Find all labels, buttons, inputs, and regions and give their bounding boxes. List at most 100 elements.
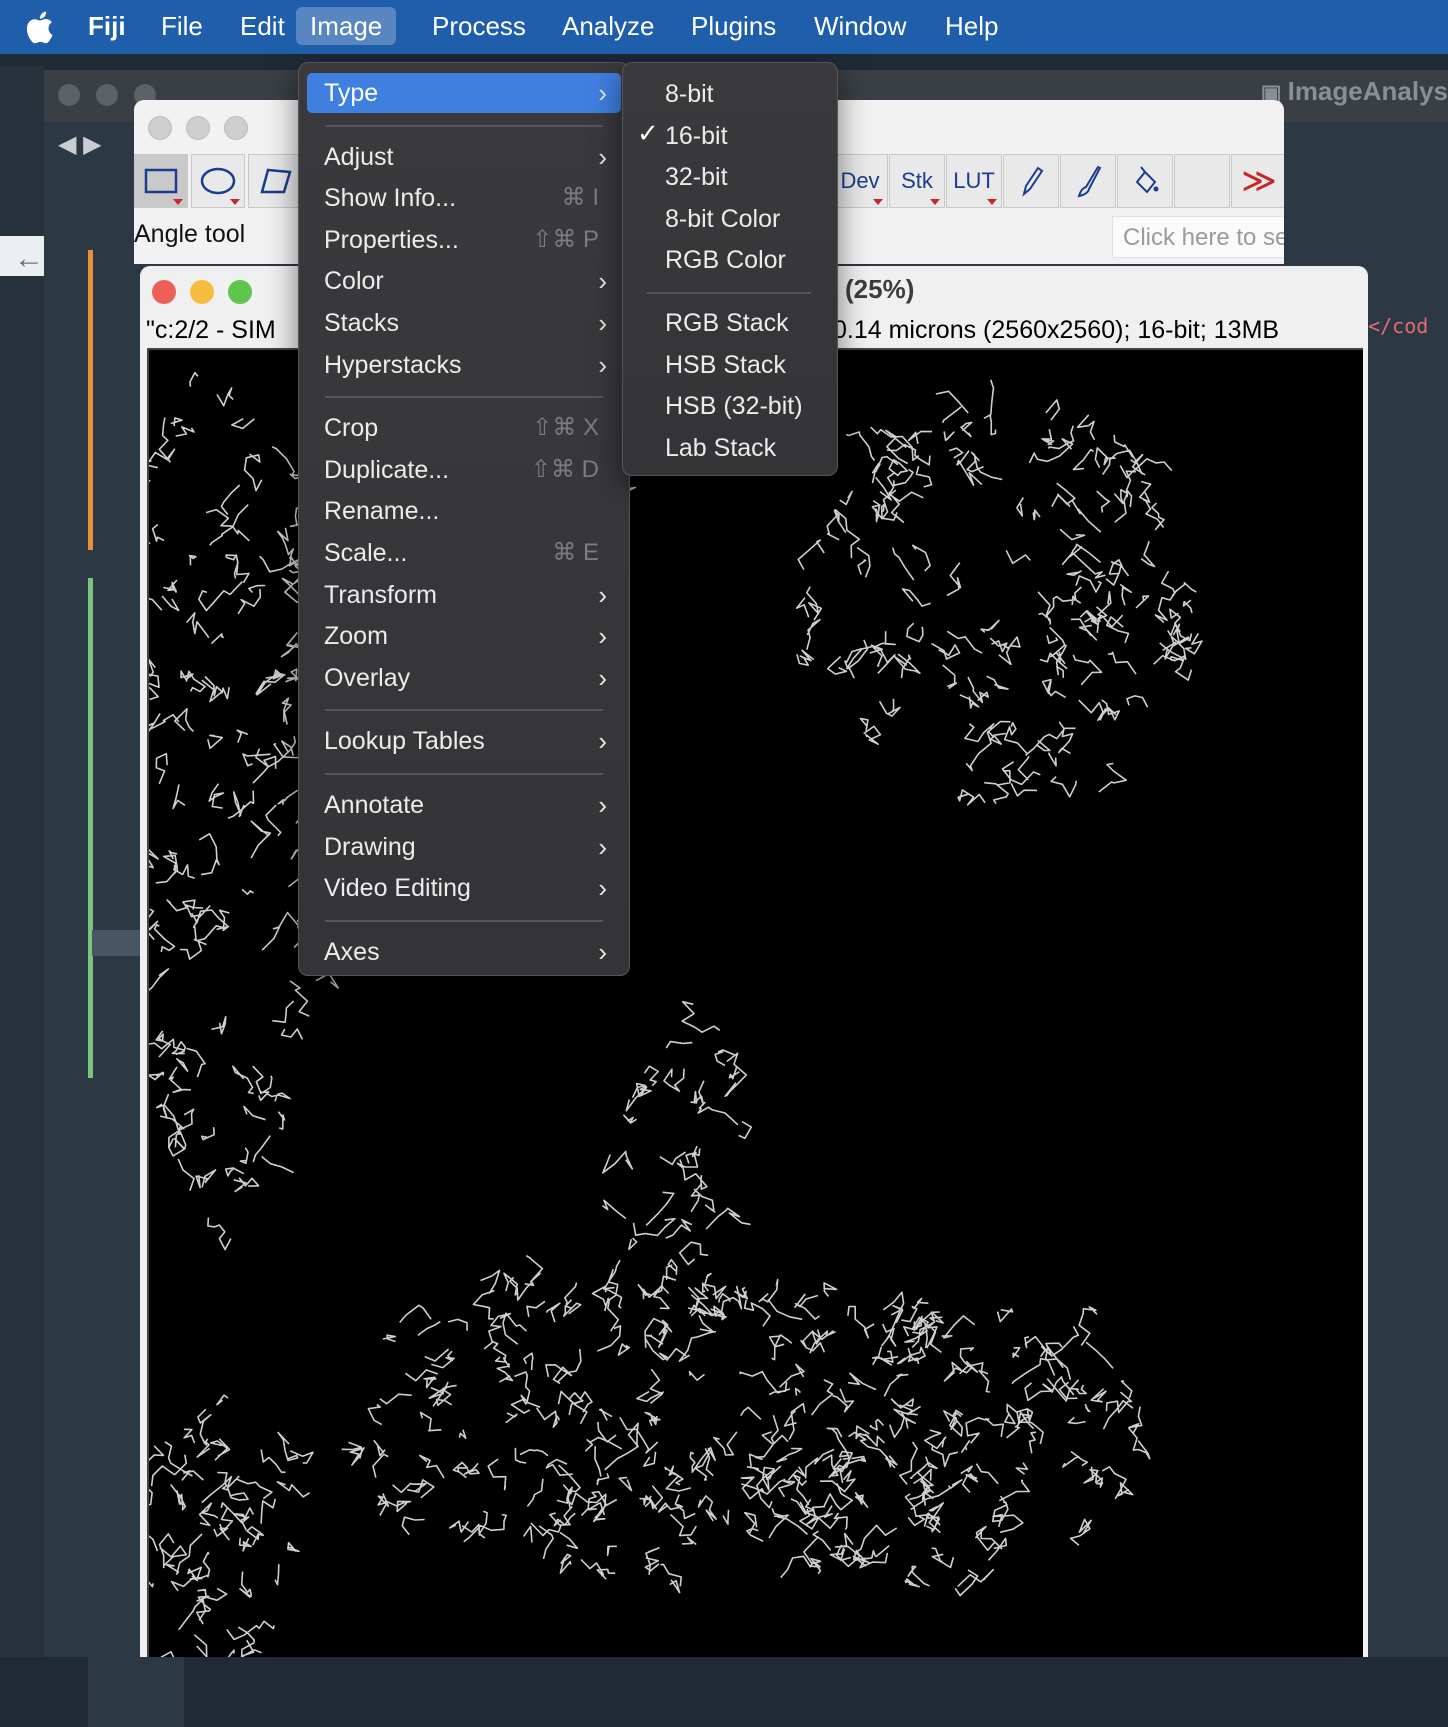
menu-item-stacks[interactable]: Stacks ›: [307, 303, 621, 343]
menu-edit[interactable]: Edit: [226, 7, 299, 45]
shortcut-hint: ⇧⌘ P: [532, 225, 599, 253]
menu-process[interactable]: Process: [418, 7, 540, 45]
menu-plugins[interactable]: Plugins: [677, 7, 790, 45]
minimize-button[interactable]: [186, 116, 210, 140]
menu-item-crop[interactable]: Crop ⇧⌘ X: [307, 408, 621, 448]
menu-item-drawing[interactable]: Drawing ›: [307, 827, 621, 867]
menu-item-show-info[interactable]: Show Info... ⌘ I: [307, 178, 621, 218]
menu-image[interactable]: Image: [296, 7, 397, 45]
chevron-right-icon: ›: [598, 579, 607, 610]
chevron-right-icon: ›: [598, 831, 607, 862]
rectangle-tool[interactable]: [134, 154, 188, 208]
status-text: Angle tool: [134, 220, 246, 248]
chevron-right-icon: ›: [598, 873, 607, 904]
menu-app-name[interactable]: Fiji: [74, 7, 140, 45]
menu-item-duplicate[interactable]: Duplicate... ⇧⌘ D: [307, 450, 621, 490]
menu-item-type[interactable]: Type ›: [307, 73, 621, 113]
zoom-button[interactable]: [224, 116, 248, 140]
close-button[interactable]: [58, 84, 80, 106]
type-option-lab-stack[interactable]: Lab Stack: [665, 428, 776, 468]
menu-separator: [647, 292, 811, 294]
type-option-hsb-32-bit[interactable]: HSB (32-bit): [665, 386, 803, 426]
menu-item-label: Show Info...: [324, 184, 457, 213]
menu-item-lookup-tables[interactable]: Lookup Tables ›: [307, 721, 621, 761]
menu-file[interactable]: File: [147, 7, 217, 45]
close-button[interactable]: [152, 280, 176, 304]
type-option-16-bit[interactable]: 16-bit: [665, 116, 728, 156]
lut-tool[interactable]: LUT: [946, 154, 1002, 208]
back-arrow-icon[interactable]: ←: [14, 242, 44, 276]
close-button[interactable]: [148, 116, 172, 140]
menu-item-zoom[interactable]: Zoom ›: [307, 616, 621, 656]
menu-item-rename[interactable]: Rename...: [307, 491, 621, 531]
apple-icon[interactable]: [24, 10, 54, 44]
menu-item-scale[interactable]: Scale... ⌘ E: [307, 533, 621, 573]
type-option-8-bit-color[interactable]: 8-bit Color: [665, 199, 780, 239]
type-option-32-bit[interactable]: 32-bit: [665, 157, 728, 197]
type-option-8-bit[interactable]: 8-bit: [665, 74, 714, 114]
dev-tool[interactable]: Dev: [832, 154, 888, 208]
menu-separator: [325, 124, 603, 127]
menu-item-label: Crop: [324, 414, 379, 443]
menu-item-label: Annotate: [324, 791, 425, 819]
image-title: (25%): [845, 274, 915, 304]
change-marker-orange: [88, 250, 93, 550]
menu-item-overlay[interactable]: Overlay ›: [307, 658, 621, 698]
type-option-hsb-stack[interactable]: HSB Stack: [665, 345, 786, 385]
menu-separator: [325, 709, 603, 712]
menu-item-label: Stacks: [324, 309, 400, 337]
background-window-edge: ←: [0, 66, 44, 1657]
menu-analyze[interactable]: Analyze: [548, 7, 669, 45]
brush-tool[interactable]: [1060, 154, 1116, 208]
menu-item-label: Adjust: [324, 142, 394, 171]
menu-item-annotate[interactable]: Annotate ›: [307, 785, 621, 825]
menu-item-hyperstacks[interactable]: Hyperstacks ›: [307, 345, 621, 385]
type-option-rgb-color[interactable]: RGB Color: [665, 240, 786, 280]
pencil-tool[interactable]: [1003, 154, 1059, 208]
image-menu: Type › Adjust › Show Info... ⌘ I Properties...…: [298, 62, 630, 976]
menu-item-label: Overlay: [324, 663, 411, 692]
menu-window[interactable]: Window: [800, 7, 920, 45]
polygon-tool[interactable]: [248, 154, 302, 208]
lut-label: LUT: [953, 168, 995, 193]
menu-item-label: Lookup Tables: [324, 727, 485, 756]
menu-item-label: Scale...: [324, 539, 408, 567]
polygon-icon: [260, 168, 292, 194]
chevron-right-icon: ›: [598, 662, 607, 693]
menu-separator: [325, 919, 603, 922]
image-info-left: "c:2/2 - SIM: [146, 316, 276, 344]
menu-item-label: Duplicate...: [324, 455, 450, 484]
dev-label: Dev: [840, 168, 880, 193]
checkmark-icon: ✓: [637, 117, 659, 148]
menu-help[interactable]: Help: [931, 7, 1012, 45]
minimize-button[interactable]: [96, 84, 118, 106]
chevron-right-icon: ›: [598, 141, 607, 172]
pencil-icon: [1022, 166, 1044, 197]
menu-item-axes[interactable]: Axes ›: [307, 932, 621, 972]
flood-fill-tool[interactable]: [1117, 154, 1173, 208]
menu-item-label: Properties...: [324, 225, 459, 254]
image-info: 0.14 microns (2560x2560); 16-bit; 13MB: [833, 316, 1280, 344]
menu-item-transform[interactable]: Transform ›: [307, 575, 621, 615]
menu-item-label: Transform: [324, 580, 437, 609]
menu-item-color[interactable]: Color ›: [307, 261, 621, 301]
menu-item-properties[interactable]: Properties... ⇧⌘ P: [307, 220, 621, 260]
menu-separator: [325, 773, 603, 775]
oval-tool[interactable]: [191, 154, 245, 208]
zoom-button[interactable]: [228, 280, 252, 304]
type-submenu: 8-bit ✓ 16-bit 32-bit 8-bit Color RGB Color RG…: [622, 62, 838, 476]
brush-icon: [1077, 165, 1102, 198]
nav-arrows-icon[interactable]: ◀ ▶: [58, 130, 102, 159]
chevron-right-icon: ›: [598, 936, 607, 967]
menu-item-label: Rename...: [324, 497, 440, 526]
type-option-rgb-stack[interactable]: RGB Stack: [665, 303, 789, 343]
shortcut-hint: ⇧⌘ X: [532, 414, 599, 442]
empty-tool-slot[interactable]: [1174, 154, 1230, 208]
search-input[interactable]: Click here to search: [1112, 216, 1284, 258]
menu-item-video-editing[interactable]: Video Editing ›: [307, 868, 621, 908]
minimize-button[interactable]: [190, 280, 214, 304]
more-tools-button[interactable]: ≫: [1231, 154, 1284, 208]
menu-item-adjust[interactable]: Adjust ›: [307, 137, 621, 177]
menu-item-label: Hyperstacks: [324, 350, 462, 379]
stk-tool[interactable]: Stk: [889, 154, 945, 208]
